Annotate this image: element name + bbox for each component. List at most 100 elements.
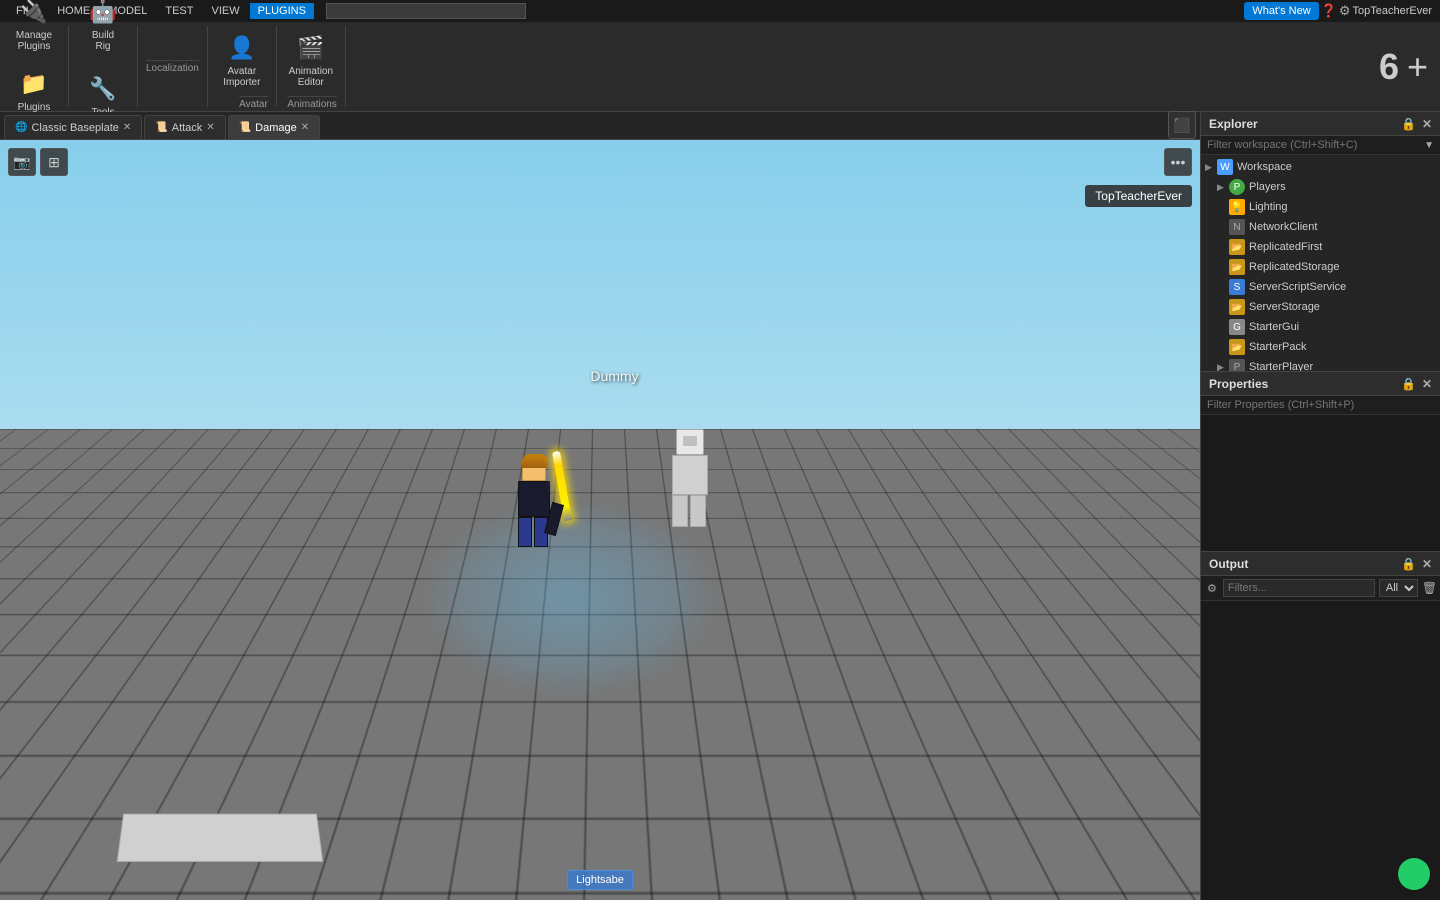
tab-icon-attack: 📜 (155, 122, 167, 133)
tree-item-workspace[interactable]: ▶ W Workspace (1201, 157, 1440, 177)
manage-plugins-button[interactable]: 🔌 Manage Plugins (8, 0, 60, 60)
animation-editor-icon: 🎬 (295, 32, 327, 64)
tab-bar: 🌐 Classic Baseplate ✕ 📜 Attack ✕ 📜 Damag… (0, 112, 1200, 140)
icon-starterplayer: P (1229, 359, 1245, 371)
chevron-workspace: ▶ (1205, 162, 1217, 173)
menubar: FILE HOME MODEL TEST VIEW PLUGINS What's… (0, 0, 1440, 22)
avatar-section-label: Avatar (239, 96, 268, 110)
right-panel: Explorer 🔒 ✕ ▼ ▶ W Workspace ▶ P (1200, 112, 1440, 900)
icon-replicatedstorage: 📂 (1229, 259, 1245, 275)
tab-icon-damage: 📜 (239, 122, 251, 133)
icon-lighting: 💡 (1229, 199, 1245, 215)
viewport-column: 🌐 Classic Baseplate ✕ 📜 Attack ✕ 📜 Damag… (0, 112, 1200, 900)
icon-workspace: W (1217, 159, 1233, 175)
tree-item-startergui[interactable]: G StarterGui (1201, 317, 1440, 337)
item-label: Lightsabe (567, 870, 633, 890)
output-filter-input[interactable] (1223, 579, 1375, 597)
tree-item-serverscriptservice[interactable]: S ServerScriptService (1201, 277, 1440, 297)
build-rig-icon: 🤖 (87, 0, 119, 28)
avatar-importer-button[interactable]: 👤 Avatar Importer (216, 24, 268, 96)
explorer-filter-dropdown[interactable]: ▼ (1424, 140, 1434, 151)
tree-item-players[interactable]: ▶ P Players (1201, 177, 1440, 197)
output-filter-dropdown[interactable]: All (1379, 579, 1418, 597)
tools-icon: 🔧 (87, 73, 119, 105)
tab-icon-baseplate: 🌐 (15, 122, 27, 133)
viewport-expand-button[interactable]: ⬛ (1168, 111, 1196, 139)
explorer-tree: ▶ W Workspace ▶ P Players 💡 Lighting N (1201, 155, 1440, 371)
tree-item-lighting[interactable]: 💡 Lighting (1201, 197, 1440, 217)
animation-editor-button[interactable]: 🎬 Animation Editor (285, 24, 337, 96)
localization-section-label: Localization (146, 60, 199, 74)
char-leg-left (518, 517, 532, 547)
platform (117, 814, 324, 862)
scene-3d: Dummy (0, 140, 1200, 900)
toolbar-section-avatar: 👤 Avatar Importer Avatar (208, 26, 277, 107)
explorer-panel: Explorer 🔒 ✕ ▼ ▶ W Workspace ▶ P (1201, 112, 1440, 372)
viewport[interactable]: Dummy (0, 140, 1200, 900)
status-dot (1398, 858, 1430, 890)
properties-panel: Properties 🔒 ✕ (1201, 372, 1440, 552)
whats-new-button[interactable]: What's New (1244, 2, 1318, 20)
avatar-importer-icon: 👤 (226, 32, 258, 64)
dummy-character (672, 429, 708, 527)
main-area: 🌐 Classic Baseplate ✕ 📜 Attack ✕ 📜 Damag… (0, 112, 1440, 900)
dummy-face (683, 436, 697, 446)
output-clear-button[interactable]: 🗑 (1422, 581, 1437, 595)
explorer-lock-button[interactable]: 🔒 (1401, 117, 1416, 131)
tree-item-networkclient[interactable]: N NetworkClient (1201, 217, 1440, 237)
menubar-search[interactable] (326, 3, 526, 19)
output-close-button[interactable]: ✕ (1422, 557, 1432, 571)
user-label: TopTeacherEver (1353, 5, 1433, 17)
grid-button[interactable]: ⊞ (40, 148, 68, 176)
build-rig-button[interactable]: 🤖 Build Rig (77, 0, 129, 60)
tab-damage[interactable]: 📜 Damage ✕ (228, 115, 320, 139)
char-body (504, 459, 564, 547)
viewport-menu-button[interactable]: ••• (1164, 148, 1192, 176)
icon-networkclient: N (1229, 219, 1245, 235)
menu-test[interactable]: TEST (157, 3, 201, 19)
properties-filter-input[interactable] (1207, 399, 1434, 411)
tree-item-replicatedstorage[interactable]: 📂 ReplicatedStorage (1201, 257, 1440, 277)
tree-item-replicatedfirst[interactable]: 📂 ReplicatedFirst (1201, 237, 1440, 257)
icon-startergui: G (1229, 319, 1245, 335)
tree-item-serverstorage[interactable]: 📂 ServerStorage (1201, 297, 1440, 317)
viewport-tools: 📷 ⊞ (8, 148, 68, 176)
tree-item-starterplayer[interactable]: ▶ P StarterPlayer (1201, 357, 1440, 371)
properties-content (1201, 415, 1440, 551)
tab-attack[interactable]: 📜 Attack ✕ (144, 115, 225, 139)
properties-lock-button[interactable]: 🔒 (1401, 377, 1416, 391)
settings-icon[interactable]: ⚙ (1339, 3, 1351, 19)
menu-plugins[interactable]: PLUGINS (250, 3, 314, 19)
char-torso (518, 481, 550, 517)
player-character (504, 459, 564, 547)
chevron-players: ▶ (1217, 182, 1229, 193)
output-panel: Output 🔒 ✕ ⚙ All 🗑 ⋮ (1201, 552, 1440, 900)
output-filter-bar: ⚙ All 🗑 ⋮ (1201, 576, 1440, 601)
properties-filter-bar (1201, 396, 1440, 415)
icon-serverstorage: 📂 (1229, 299, 1245, 315)
toolbar-section-animations: 🎬 Animation Editor Animations (277, 26, 346, 107)
dummy-leg-left (672, 495, 688, 527)
output-content (1201, 601, 1440, 900)
plugins-folder-icon: 📁 (18, 68, 50, 100)
menu-view[interactable]: VIEW (203, 3, 247, 19)
help-icon[interactable]: ❓ (1321, 3, 1337, 19)
tab-close-attack[interactable]: ✕ (206, 122, 214, 133)
chevron-starterplayer: ▶ (1217, 362, 1229, 372)
explorer-header-actions: 🔒 ✕ (1401, 117, 1432, 131)
explorer-filter-input[interactable] (1207, 139, 1420, 151)
tab-close-baseplate[interactable]: ✕ (123, 122, 131, 133)
camera-button[interactable]: 📷 (8, 148, 36, 176)
properties-close-button[interactable]: ✕ (1422, 377, 1432, 391)
scene-content: Dummy (0, 140, 1200, 900)
explorer-header: Explorer 🔒 ✕ (1201, 112, 1440, 136)
toolbar-section-localization: Localization (138, 26, 208, 107)
dummy-label: Dummy (590, 368, 638, 384)
tree-item-starterpack[interactable]: 📂 StarterPack (1201, 337, 1440, 357)
output-lock-button[interactable]: 🔒 (1401, 557, 1416, 571)
tab-close-damage[interactable]: ✕ (301, 122, 309, 133)
char-hair (522, 454, 548, 468)
dummy-leg-right (690, 495, 706, 527)
tab-classic-baseplate[interactable]: 🌐 Classic Baseplate ✕ (4, 115, 142, 139)
explorer-close-button[interactable]: ✕ (1422, 117, 1432, 131)
